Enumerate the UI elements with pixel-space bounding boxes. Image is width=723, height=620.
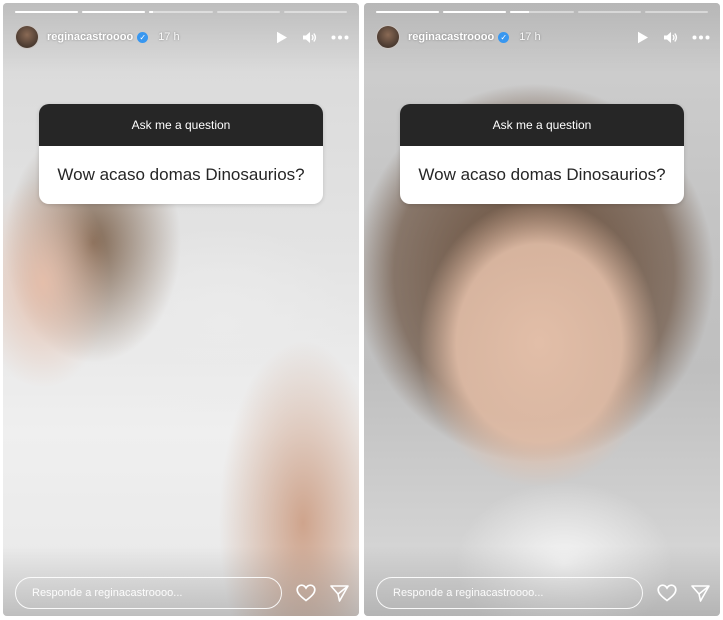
- progress-segment: [577, 11, 641, 13]
- progress-segment: [149, 11, 213, 13]
- reply-input[interactable]: [15, 577, 282, 609]
- speaker-icon[interactable]: [302, 31, 317, 44]
- send-icon[interactable]: [330, 584, 349, 602]
- progress-segment: [82, 11, 146, 13]
- question-sticker-text: Wow acaso domas Dinosaurios?: [39, 146, 323, 204]
- question-sticker-text: Wow acaso domas Dinosaurios?: [400, 146, 684, 204]
- post-time: 17 h: [519, 31, 541, 43]
- more-icon[interactable]: [331, 35, 349, 40]
- username[interactable]: reginacastroooo: [47, 31, 133, 43]
- heart-icon[interactable]: [296, 584, 316, 602]
- progress-segment: [510, 11, 574, 13]
- progress-segment: [216, 11, 280, 13]
- story-controls: [276, 31, 349, 44]
- story-panel-left[interactable]: reginacastroooo ✓ 17 h Ask me a question…: [3, 3, 359, 616]
- question-sticker-title: Ask me a question: [400, 104, 684, 146]
- play-icon[interactable]: [276, 31, 288, 44]
- reply-input[interactable]: [376, 577, 643, 609]
- reply-bar: [376, 576, 710, 610]
- question-sticker-title: Ask me a question: [39, 104, 323, 146]
- progress-segment: [376, 11, 440, 13]
- progress-segment: [644, 11, 709, 13]
- send-icon[interactable]: [691, 584, 710, 602]
- progress-segment: [443, 11, 507, 13]
- story-progress: [376, 11, 709, 13]
- question-sticker[interactable]: Ask me a question Wow acaso domas Dinosa…: [400, 104, 684, 204]
- play-icon[interactable]: [637, 31, 649, 44]
- story-controls: [637, 31, 710, 44]
- reply-bar: [15, 576, 349, 610]
- username[interactable]: reginacastroooo: [408, 31, 494, 43]
- post-time: 17 h: [158, 31, 180, 43]
- verified-badge-icon: ✓: [498, 31, 510, 43]
- story-header: reginacastroooo ✓ 17 h: [376, 23, 710, 51]
- story-photo: [3, 3, 359, 616]
- progress-segment: [283, 11, 348, 13]
- progress-segment: [15, 11, 79, 13]
- story-progress: [15, 11, 348, 13]
- heart-icon[interactable]: [657, 584, 677, 602]
- story-header: reginacastroooo ✓ 17 h: [15, 23, 349, 51]
- question-sticker[interactable]: Ask me a question Wow acaso domas Dinosa…: [39, 104, 323, 204]
- story-panel-right[interactable]: reginacastroooo ✓ 17 h Ask me a question…: [364, 3, 720, 616]
- speaker-icon[interactable]: [663, 31, 678, 44]
- avatar[interactable]: [376, 25, 400, 49]
- avatar[interactable]: [15, 25, 39, 49]
- story-photo: [364, 3, 720, 616]
- more-icon[interactable]: [692, 35, 710, 40]
- verified-badge-icon: ✓: [137, 31, 149, 43]
